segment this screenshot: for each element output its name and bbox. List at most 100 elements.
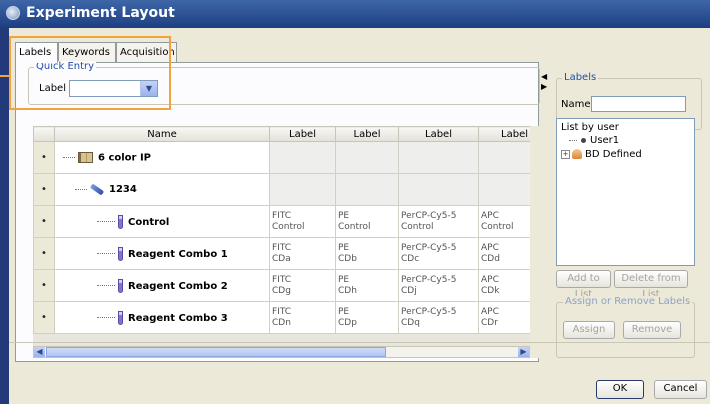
column-header-label-2[interactable]: Label bbox=[335, 126, 399, 142]
collapse-left-icon[interactable]: ◀ bbox=[541, 72, 547, 82]
label-cell[interactable]: APC Control bbox=[478, 205, 531, 238]
label-cell[interactable]: APC CDk bbox=[478, 269, 531, 302]
row-name-cell[interactable]: Control bbox=[54, 205, 270, 238]
panel-splitter[interactable]: ◀ ▶ bbox=[541, 72, 547, 112]
book-icon bbox=[78, 151, 93, 163]
fluorochrome-text: FITC bbox=[272, 274, 292, 285]
marker-text: Control bbox=[338, 221, 371, 232]
table-row[interactable]: • Reagent Combo 1 FITC CDa PE CDb PerCP-Cy… bbox=[33, 237, 531, 270]
table-row[interactable]: • Reagent Combo 3 FITC CDn PE CDp PerCP-Cy… bbox=[33, 301, 531, 334]
scroll-right-icon[interactable]: ▶ bbox=[518, 347, 529, 357]
label-cell[interactable] bbox=[335, 141, 399, 174]
label-cell[interactable]: PE CDb bbox=[335, 237, 399, 270]
table-row[interactable]: • 1234 bbox=[33, 173, 531, 206]
label-cell[interactable]: FITC CDg bbox=[269, 269, 336, 302]
scroll-thumb[interactable] bbox=[46, 347, 386, 357]
label-cell[interactable]: FITC CDn bbox=[269, 301, 336, 334]
fluorochrome-text: PerCP-Cy5-5 bbox=[401, 242, 457, 253]
label-cell[interactable]: PerCP-Cy5-5 Control bbox=[398, 205, 479, 238]
collapse-right-icon[interactable]: ▶ bbox=[541, 82, 547, 92]
marker-text: CDd bbox=[481, 253, 500, 264]
row-selector[interactable]: • bbox=[33, 205, 55, 238]
add-to-list-button[interactable]: Add to List bbox=[556, 270, 611, 300]
tree-item-bd-defined[interactable]: + BD Defined bbox=[561, 149, 642, 160]
pen-icon bbox=[89, 182, 105, 196]
label-cell[interactable] bbox=[269, 141, 336, 174]
tree-connector bbox=[97, 253, 115, 254]
label-cell[interactable] bbox=[398, 141, 479, 174]
fluorochrome-text: PE bbox=[338, 210, 350, 221]
ok-button[interactable]: OK bbox=[596, 380, 644, 399]
label-cell[interactable] bbox=[335, 173, 399, 206]
label-cell[interactable] bbox=[269, 173, 336, 206]
tree-item-label: User1 bbox=[590, 135, 620, 146]
row-name-cell[interactable]: 1234 bbox=[54, 173, 270, 206]
list-by-user-label: List by user bbox=[561, 122, 619, 133]
label-cell[interactable]: PerCP-Cy5-5 CDc bbox=[398, 237, 479, 270]
label-cell[interactable]: PerCP-Cy5-5 CDq bbox=[398, 301, 479, 334]
label-cell[interactable]: PE CDp bbox=[335, 301, 399, 334]
row-selector[interactable]: • bbox=[33, 173, 55, 206]
column-header-label-4[interactable]: Label bbox=[478, 126, 531, 142]
label-cell[interactable] bbox=[398, 173, 479, 206]
row-name-cell[interactable]: Reagent Combo 2 bbox=[54, 269, 270, 302]
experiment-name: 6 color IP bbox=[98, 152, 151, 164]
horizontal-scrollbar[interactable]: ◀ ▶ bbox=[33, 346, 530, 358]
layout-table: Name Label Label Label Label • 6 color I… bbox=[33, 126, 531, 334]
column-header-name[interactable]: Name bbox=[54, 126, 270, 142]
row-name-cell[interactable]: Reagent Combo 3 bbox=[54, 301, 270, 334]
scroll-left-icon[interactable]: ◀ bbox=[34, 347, 45, 357]
column-header-selector[interactable] bbox=[33, 126, 55, 142]
fluorochrome-text: PerCP-Cy5-5 bbox=[401, 306, 457, 317]
assign-remove-legend: Assign or Remove Labels bbox=[563, 296, 693, 307]
label-cell[interactable]: FITC CDa bbox=[269, 237, 336, 270]
cancel-button[interactable]: Cancel bbox=[654, 380, 707, 399]
marker-text: CDa bbox=[272, 253, 291, 264]
label-name-input[interactable] bbox=[591, 96, 686, 112]
column-header-label-1[interactable]: Label bbox=[269, 126, 336, 142]
label-cell[interactable] bbox=[478, 141, 531, 174]
tube-name: Reagent Combo 2 bbox=[128, 280, 228, 292]
labels-list-tree[interactable]: List by user User1 + BD Defined bbox=[556, 118, 695, 266]
label-cell[interactable] bbox=[478, 173, 531, 206]
row-selector[interactable]: • bbox=[33, 141, 55, 174]
delete-from-list-button[interactable]: Delete from List bbox=[614, 270, 688, 300]
row-selector[interactable]: • bbox=[33, 269, 55, 302]
tree-connector bbox=[97, 221, 115, 222]
table-row[interactable]: • Control FITC Control PE Control PerCP-Cy… bbox=[33, 205, 531, 238]
fluorochrome-text: PerCP-Cy5-5 bbox=[401, 210, 457, 221]
tree-connector bbox=[97, 285, 115, 286]
row-name-cell[interactable]: Reagent Combo 1 bbox=[54, 237, 270, 270]
label-cell[interactable]: APC CDd bbox=[478, 237, 531, 270]
app-icon bbox=[6, 6, 20, 20]
label-cell[interactable]: PE CDh bbox=[335, 269, 399, 302]
row-name-cell[interactable]: 6 color IP bbox=[54, 141, 270, 174]
assign-button[interactable]: Assign bbox=[563, 321, 615, 339]
expand-plus-icon[interactable]: + bbox=[561, 149, 570, 159]
tube-name: Reagent Combo 1 bbox=[128, 248, 228, 260]
label-cell[interactable]: APC CDr bbox=[478, 301, 531, 334]
labels-legend: Labels bbox=[562, 72, 599, 83]
name-label: Name bbox=[561, 99, 591, 110]
table-row[interactable]: • Reagent Combo 2 FITC CDg PE CDh PerCP-Cy… bbox=[33, 269, 531, 302]
label-cell[interactable]: FITC Control bbox=[269, 205, 336, 238]
fluorochrome-text: PE bbox=[338, 242, 350, 253]
table-row[interactable]: • 6 color IP bbox=[33, 141, 531, 174]
remove-button[interactable]: Remove bbox=[623, 321, 681, 339]
fluorochrome-text: FITC bbox=[272, 210, 292, 221]
column-header-label-3[interactable]: Label bbox=[398, 126, 479, 142]
label-cell[interactable]: PE Control bbox=[335, 205, 399, 238]
row-selector[interactable]: • bbox=[33, 301, 55, 334]
layout-grid: Name Label Label Label Label • 6 color I… bbox=[33, 126, 539, 358]
marker-text: CDb bbox=[338, 253, 357, 264]
marker-text: Control bbox=[401, 221, 434, 232]
tree-item-user1[interactable]: User1 bbox=[569, 135, 619, 146]
specimen-name: 1234 bbox=[109, 184, 137, 195]
tube-icon bbox=[118, 278, 123, 293]
marker-text: CDh bbox=[338, 285, 357, 296]
row-selector[interactable]: • bbox=[33, 237, 55, 270]
title-bar[interactable]: Experiment Layout bbox=[0, 0, 710, 28]
fluorochrome-text: FITC bbox=[272, 306, 292, 317]
marker-text: CDr bbox=[481, 317, 498, 328]
label-cell[interactable]: PerCP-Cy5-5 CDj bbox=[398, 269, 479, 302]
